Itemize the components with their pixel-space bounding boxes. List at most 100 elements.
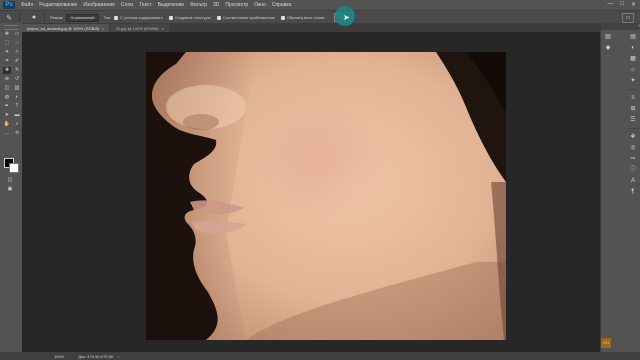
- type-icon[interactable]: T: [13, 103, 21, 110]
- tool-grid: ✥ ▭ ⬚ ◌ ✦ ✧ ⌗ ✐ ✚ ✎ ⊕ ↺ ◫ ▥ ◍ ◐ ✒ T ➤ ▬ ✋ ⌕… ⟲: [3, 31, 21, 137]
- menu-view[interactable]: Просмотр: [225, 2, 248, 8]
- sample-all-layers-mark: [280, 15, 285, 20]
- create-texture-radio-mark: [168, 15, 173, 20]
- content-aware-label: С учетом содержимого: [120, 15, 163, 20]
- eraser-icon[interactable]: ◫: [3, 85, 11, 92]
- crop-icon[interactable]: ⌗: [3, 58, 11, 65]
- clone-source-icon[interactable]: ⊞: [628, 104, 638, 114]
- properties-icon[interactable]: ☰: [628, 115, 638, 125]
- shape-icon[interactable]: ▬: [13, 112, 21, 119]
- quick-mask-icon[interactable]: ◫: [5, 177, 15, 183]
- mouse-cursor-icon: ➤: [343, 13, 350, 22]
- menu-filter[interactable]: Фильтр: [190, 2, 207, 8]
- document-tab-label: 25.jpg @ 100% (RGB/8): [115, 25, 159, 31]
- toolbar-grip[interactable]: [4, 25, 18, 30]
- dock-divider: [628, 128, 638, 129]
- type-label: Тип:: [103, 15, 112, 20]
- photoshop-window: Ps Файл Редактирование Изображение Слои …: [0, 0, 640, 360]
- minimize-icon[interactable]: —: [607, 1, 613, 8]
- proximity-match-radio[interactable]: Соответствие приближению: [216, 15, 275, 20]
- info-icon[interactable]: ⓘ: [628, 165, 638, 175]
- color-icon[interactable]: ◐: [628, 43, 638, 53]
- blur-icon[interactable]: ◍: [3, 94, 11, 101]
- document-tab[interactable]: psylus_ka_aciokali.jpg @ 100% (RGB/8) ×: [22, 24, 110, 32]
- canvas-area[interactable]: [22, 32, 600, 352]
- magic-wand-icon[interactable]: ✧: [13, 49, 21, 56]
- styles-icon[interactable]: ✦: [628, 76, 638, 86]
- history-brush-icon[interactable]: ↺: [13, 76, 21, 83]
- menu-help[interactable]: Справка: [272, 2, 292, 8]
- rotate-view-icon[interactable]: ⟲: [13, 130, 21, 137]
- mini-panel-icon[interactable]: ◆: [603, 43, 613, 53]
- spot-healing-icon[interactable]: ✚: [3, 67, 11, 74]
- brush-preset-icon[interactable]: ●: [29, 13, 39, 22]
- artboard-icon[interactable]: ▭: [13, 31, 21, 38]
- proximity-match-label: Соответствие приближению: [222, 15, 275, 20]
- layers-icon[interactable]: ❖: [628, 132, 638, 142]
- proximity-match-radio-mark: [216, 15, 221, 20]
- status-bar: 100% Док: 475,9K/475,9K ›: [0, 352, 640, 360]
- close-icon[interactable]: ✕: [631, 1, 636, 8]
- document-tabs: psylus_ka_aciokali.jpg @ 100% (RGB/8) × …: [22, 23, 600, 32]
- channels-icon[interactable]: ◎: [628, 143, 638, 153]
- hand-icon[interactable]: ✋: [3, 121, 11, 128]
- tab-close-icon[interactable]: ×: [102, 26, 104, 31]
- more-tools-icon[interactable]: …: [3, 130, 11, 137]
- create-texture-radio[interactable]: Создание текстуры: [168, 15, 211, 20]
- window-controls: — □ ✕: [607, 1, 636, 8]
- options-separator: [19, 13, 20, 22]
- mini-panel-icon[interactable]: ▤: [603, 32, 613, 42]
- lasso-icon[interactable]: ◌: [13, 40, 21, 47]
- workspace-switcher-icon[interactable]: ▭: [622, 13, 634, 23]
- document-canvas[interactable]: [146, 52, 506, 340]
- tab-close-icon[interactable]: ×: [162, 26, 164, 31]
- character-icon[interactable]: A: [628, 176, 638, 186]
- collapse-panels-icon[interactable]: «: [601, 23, 640, 30]
- sample-all-layers-checkbox[interactable]: Образец всех слоев: [280, 15, 325, 20]
- spot-healing-brush-icon[interactable]: ✎: [4, 13, 14, 22]
- screen-mode-icon[interactable]: ▣: [5, 186, 15, 192]
- brush-panel-icon[interactable]: ≡: [628, 93, 638, 103]
- sample-all-layers-label: Образец всех слоев: [286, 15, 325, 20]
- marquee-icon[interactable]: ⬚: [3, 40, 11, 47]
- move-icon[interactable]: ✥: [3, 31, 11, 38]
- menu-type[interactable]: Текст: [139, 2, 152, 8]
- maximize-icon[interactable]: □: [620, 1, 624, 8]
- menu-edit[interactable]: Редактирование: [39, 2, 77, 8]
- content-aware-radio[interactable]: С учетом содержимого: [114, 15, 163, 20]
- face-photo: [146, 52, 506, 340]
- zoom-icon[interactable]: ⌕: [13, 121, 21, 128]
- brush-icon[interactable]: ✎: [13, 67, 21, 74]
- mode-label: Режим:: [50, 15, 64, 20]
- photoshop-logo-icon: Ps: [3, 1, 15, 9]
- menu-3d[interactable]: 3D: [213, 2, 219, 8]
- background-color-swatch[interactable]: [9, 163, 19, 173]
- menu-window[interactable]: Окно: [254, 2, 266, 8]
- pen-icon[interactable]: ✒: [3, 103, 11, 110]
- document-tab-label: psylus_ka_aciokali.jpg @ 100% (RGB/8): [27, 25, 100, 31]
- paragraph-icon[interactable]: ¶: [628, 187, 638, 197]
- swatches-icon[interactable]: ▦: [628, 54, 638, 64]
- status-menu-arrow-icon[interactable]: ›: [118, 354, 119, 359]
- options-separator: [44, 13, 45, 22]
- menu-select[interactable]: Выделение: [158, 2, 185, 8]
- eyedropper-icon[interactable]: ✐: [13, 58, 21, 65]
- quick-select-icon[interactable]: ✦: [3, 49, 11, 56]
- adjustments-icon[interactable]: ☼: [628, 65, 638, 75]
- paths-icon[interactable]: ✑: [628, 154, 638, 164]
- tools-panel: ✥ ▭ ⬚ ◌ ✦ ✧ ⌗ ✐ ✚ ✎ ⊕ ↺ ◫ ▥ ◍ ◐ ✒ T ➤ ▬ ✋ ⌕… ⟲ ◫ ▣: [0, 23, 23, 353]
- zoom-level[interactable]: 100%: [54, 354, 64, 359]
- mini-panel-column: ▤ ◆: [603, 32, 611, 92]
- menu-layer[interactable]: Слои: [121, 2, 133, 8]
- menu-file[interactable]: Файл: [21, 2, 33, 8]
- gradient-icon[interactable]: ▥: [13, 85, 21, 92]
- menu-image[interactable]: Изображение: [83, 2, 115, 8]
- clone-stamp-icon[interactable]: ⊕: [3, 76, 11, 83]
- history-icon[interactable]: ▤: [628, 32, 638, 42]
- document-tab[interactable]: 25.jpg @ 100% (RGB/8) ×: [110, 24, 169, 32]
- mode-select[interactable]: Нормальный: [66, 13, 99, 22]
- content-aware-radio-mark: [114, 15, 119, 20]
- dodge-icon[interactable]: ◐: [13, 94, 21, 101]
- path-select-icon[interactable]: ➤: [3, 112, 11, 119]
- color-swatches[interactable]: [4, 158, 19, 173]
